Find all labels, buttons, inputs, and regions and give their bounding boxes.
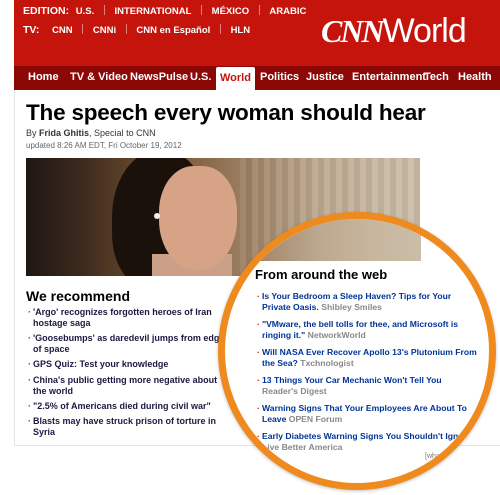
divider bbox=[103, 5, 105, 15]
sponsored-link-source: Reader's Digest bbox=[262, 385, 327, 396]
nav-politics[interactable]: Politics bbox=[256, 66, 303, 90]
divider bbox=[82, 24, 84, 34]
sponsored-link-item[interactable]: Will NASA Ever Recover Apollo 13's Pluto… bbox=[257, 347, 477, 368]
author-link[interactable]: Frida Ghitis bbox=[39, 128, 89, 138]
photo-edge bbox=[225, 219, 421, 261]
divider bbox=[258, 5, 260, 15]
edition-mexico-link[interactable]: MÉXICO bbox=[212, 6, 249, 17]
nav-us[interactable]: U.S. bbox=[186, 66, 215, 90]
edition-label: EDITION: bbox=[23, 5, 70, 17]
nav-justice[interactable]: Justice bbox=[302, 66, 348, 90]
byline: By Frida Ghitis, Special to CNN bbox=[26, 128, 156, 138]
nav-home[interactable]: Home bbox=[24, 66, 63, 90]
sponsored-link-source: Txchnologist bbox=[300, 357, 354, 368]
tv-selector: TV: CNN CNNi CNN en Español HLN bbox=[23, 24, 250, 36]
recommend-item[interactable]: "2.5% of Americans died during civil war… bbox=[28, 401, 233, 412]
recommend-item[interactable]: China's public getting more negative abo… bbox=[28, 375, 233, 397]
nav-health[interactable]: Health bbox=[454, 66, 496, 90]
edition-us-link[interactable]: U.S. bbox=[76, 6, 94, 17]
divider bbox=[125, 24, 127, 34]
edition-selector: EDITION: U.S. INTERNATIONAL MÉXICO ARABI… bbox=[23, 5, 306, 17]
logo-section-text: World bbox=[382, 12, 467, 50]
nav-tech[interactable]: Tech bbox=[420, 66, 453, 90]
sponsored-link-source: OPEN Forum bbox=[288, 413, 343, 424]
sponsored-link-source: NetworkWorld bbox=[307, 329, 366, 340]
recommend-item[interactable]: Blasts may have struck prison of torture… bbox=[28, 416, 233, 438]
recommend-item-text: "2.5% of Americans died during civil war… bbox=[33, 401, 211, 411]
byline-suffix: , Special to CNN bbox=[89, 128, 156, 138]
sponsored-link-item[interactable]: "VMware, the bell tolls for thee, and Mi… bbox=[257, 319, 477, 340]
recommend-item[interactable]: GPS Quiz: Test your knowledge bbox=[28, 359, 233, 370]
we-recommend-list: 'Argo' recognizes forgotten heroes of Ir… bbox=[28, 307, 233, 438]
photo-earring bbox=[154, 213, 160, 219]
tv-cnn-link[interactable]: CNN bbox=[52, 25, 73, 36]
sponsored-link-item[interactable]: 13 Things Your Car Mechanic Won't Tell Y… bbox=[257, 375, 477, 396]
recommend-item[interactable]: 'Argo' recognizes forgotten heroes of Ir… bbox=[28, 307, 233, 329]
cnn-world-logo[interactable]: CNNWorld bbox=[321, 12, 467, 51]
recommend-item-text: 'Argo' recognizes forgotten heroes of Ir… bbox=[33, 307, 212, 328]
sponsored-link-source: Shibley Smiles bbox=[321, 301, 382, 312]
whats-this-link[interactable]: [what bbox=[425, 453, 442, 460]
updated-timestamp: updated 8:26 AM EDT, Fri October 19, 201… bbox=[26, 141, 182, 150]
tv-cnni-link[interactable]: CNNi bbox=[93, 25, 116, 36]
nav-entertainment[interactable]: Entertainment bbox=[348, 66, 430, 90]
tv-hln-link[interactable]: HLN bbox=[231, 25, 251, 36]
recommend-item[interactable]: 'Goosebumps' as daredevil jumps from edg… bbox=[28, 333, 233, 355]
edition-arabic-link[interactable]: ARABIC bbox=[269, 6, 306, 17]
edition-international-link[interactable]: INTERNATIONAL bbox=[115, 6, 192, 17]
around-web-list: Is Your Bedroom a Sleep Haven? Tips for … bbox=[257, 291, 477, 459]
sponsored-link-title[interactable]: Will NASA Ever Recover Apollo 13's Pluto… bbox=[262, 347, 477, 368]
tv-cnn-espanol-link[interactable]: CNN en Español bbox=[136, 25, 210, 36]
tv-label: TV: bbox=[23, 24, 40, 36]
recommend-item-text: Blasts may have struck prison of torture… bbox=[33, 416, 217, 437]
sponsored-link-title[interactable]: Early Diabetes Warning Signs You Shouldn… bbox=[262, 431, 472, 441]
divider bbox=[219, 24, 221, 34]
recommend-item-text: China's public getting more negative abo… bbox=[33, 375, 218, 396]
divider bbox=[201, 5, 203, 15]
we-recommend-title: We recommend bbox=[26, 288, 130, 304]
around-web-title: From around the web bbox=[255, 267, 388, 282]
article-headline: The speech every woman should hear bbox=[26, 100, 426, 125]
logo-cnn-text: CNN bbox=[321, 13, 385, 49]
sponsored-link-item[interactable]: Warning Signs That Your Employees Are Ab… bbox=[257, 403, 477, 424]
recommend-item-text: GPS Quiz: Test your knowledge bbox=[33, 359, 169, 369]
nav-world[interactable]: World bbox=[216, 67, 255, 90]
nav-newspulse[interactable]: NewsPulse bbox=[126, 66, 192, 90]
highlight-magnifier-circle: From around the web Is Your Bedroom a Sl… bbox=[218, 212, 496, 490]
magnified-content: From around the web Is Your Bedroom a Sl… bbox=[225, 219, 489, 483]
byline-prefix: By bbox=[26, 128, 37, 138]
sponsored-link-item[interactable]: Is Your Bedroom a Sleep Haven? Tips for … bbox=[257, 291, 477, 312]
recommend-item-text: 'Goosebumps' as daredevil jumps from edg… bbox=[33, 333, 225, 354]
sponsored-link-title[interactable]: 13 Things Your Car Mechanic Won't Tell Y… bbox=[262, 375, 442, 385]
cnn-header: EDITION: U.S. INTERNATIONAL MÉXICO ARABI… bbox=[14, 0, 500, 66]
sponsored-link-item[interactable]: Early Diabetes Warning Signs You Shouldn… bbox=[257, 431, 477, 452]
main-nav: Home TV & Video NewsPulse U.S. World Pol… bbox=[14, 66, 500, 90]
sponsored-link-source: Live Better America bbox=[262, 441, 343, 452]
nav-tv-video[interactable]: TV & Video bbox=[66, 66, 132, 90]
